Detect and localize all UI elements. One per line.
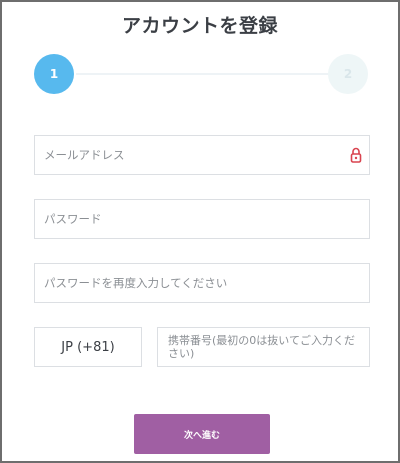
email-field-wrapper xyxy=(34,135,370,175)
phone-placeholder: 携帯番号(最初の0は抜いてご入力ください) xyxy=(168,334,355,360)
page-title: アカウントを登録 xyxy=(121,15,278,37)
country-code-select[interactable]: JP (+81) xyxy=(34,327,142,367)
step-2-indicator: 2 xyxy=(328,54,368,94)
email-input[interactable] xyxy=(35,136,369,174)
country-code-value: JP (+81) xyxy=(61,339,115,355)
password-input[interactable] xyxy=(35,200,369,238)
next-button[interactable]: 次へ進む xyxy=(134,414,270,454)
stepper-connector-line xyxy=(76,73,330,75)
password-confirm-input[interactable] xyxy=(35,264,369,302)
password-field-wrapper xyxy=(34,199,370,239)
phone-input[interactable]: 携帯番号(最初の0は抜いてご入力ください) xyxy=(157,327,370,367)
lock-icon xyxy=(350,147,362,163)
password-confirm-field-wrapper xyxy=(34,263,370,303)
progress-stepper: 1 2 xyxy=(2,52,398,96)
registration-panel: アカウントを登録 1 2 JP (+81) 携帯番号(最初の0は抜いてご入力くだ… xyxy=(0,0,400,463)
step-1-indicator: 1 xyxy=(34,54,74,94)
